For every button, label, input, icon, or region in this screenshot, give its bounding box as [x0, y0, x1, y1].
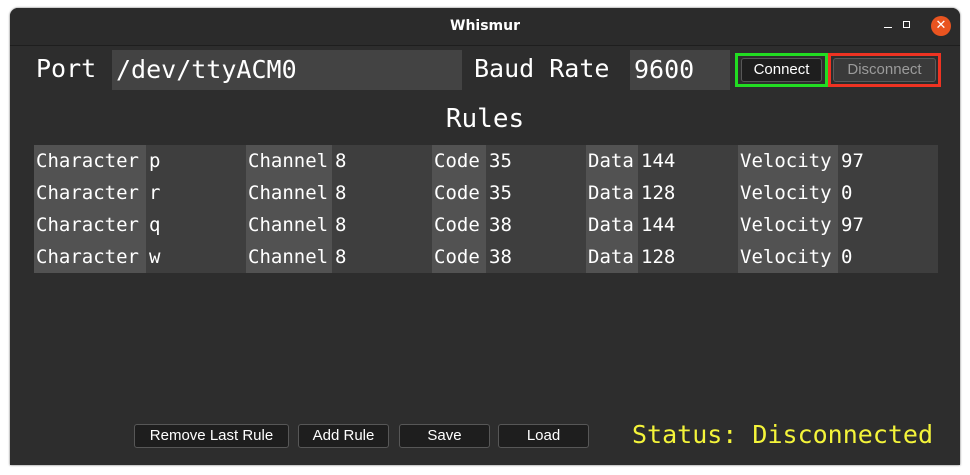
data-label: Data: [586, 209, 638, 241]
channel-field[interactable]: 8: [332, 209, 432, 241]
data-field[interactable]: 144: [638, 209, 738, 241]
channel-field[interactable]: 8: [332, 177, 432, 209]
port-input[interactable]: /dev/ttyACM0: [112, 50, 462, 90]
connect-button[interactable]: Connect: [741, 58, 822, 82]
data-label: Data: [586, 177, 638, 209]
data-field[interactable]: 144: [638, 145, 738, 177]
data-label: Data: [586, 241, 638, 273]
velocity-label: Velocity: [738, 145, 838, 177]
character-field[interactable]: q: [146, 209, 246, 241]
close-button[interactable]: ✕: [931, 16, 951, 36]
character-label: Character: [34, 241, 146, 273]
minimize-icon: [884, 27, 892, 28]
character-label: Character: [34, 145, 146, 177]
code-label: Code: [432, 209, 486, 241]
channel-label: Channel: [246, 241, 332, 273]
character-field[interactable]: w: [146, 241, 246, 273]
character-label: Character: [34, 177, 146, 209]
rule-row: Character r Channel 8 Code 35 Data 128 V…: [34, 177, 938, 209]
channel-field[interactable]: 8: [332, 145, 432, 177]
add-rule-button[interactable]: Add Rule: [298, 424, 389, 448]
rules-table: Character p Channel 8 Code 35 Data 144 V…: [34, 145, 938, 273]
data-label: Data: [586, 145, 638, 177]
velocity-field[interactable]: 97: [838, 145, 938, 177]
velocity-field[interactable]: 97: [838, 209, 938, 241]
rules-heading: Rules: [445, 104, 525, 134]
maximize-icon: [903, 21, 910, 28]
character-field[interactable]: p: [146, 145, 246, 177]
velocity-label: Velocity: [738, 209, 838, 241]
title-bar: Whismur ✕: [10, 8, 960, 46]
code-field[interactable]: 38: [486, 241, 586, 273]
channel-label: Channel: [246, 177, 332, 209]
maximize-button[interactable]: [898, 16, 918, 36]
code-field[interactable]: 35: [486, 177, 586, 209]
window-title: Whismur: [450, 18, 520, 34]
save-button[interactable]: Save: [399, 424, 490, 448]
character-field[interactable]: r: [146, 177, 246, 209]
code-label: Code: [432, 241, 486, 273]
velocity-label: Velocity: [738, 241, 838, 273]
character-label: Character: [34, 209, 146, 241]
baud-rate-input[interactable]: 9600: [630, 50, 730, 90]
code-field[interactable]: 35: [486, 145, 586, 177]
port-label: Port: [36, 54, 97, 83]
velocity-label: Velocity: [738, 177, 838, 209]
rule-row: Character w Channel 8 Code 38 Data 128 V…: [34, 241, 938, 273]
remove-last-rule-button[interactable]: Remove Last Rule: [134, 424, 289, 448]
data-field[interactable]: 128: [638, 177, 738, 209]
channel-field[interactable]: 8: [332, 241, 432, 273]
code-field[interactable]: 38: [486, 209, 586, 241]
status-text: Status: Disconnected: [632, 420, 934, 449]
channel-label: Channel: [246, 145, 332, 177]
disconnect-button[interactable]: Disconnect: [833, 58, 936, 82]
code-label: Code: [432, 177, 486, 209]
rule-row: Character p Channel 8 Code 35 Data 144 V…: [34, 145, 938, 177]
close-icon: ✕: [935, 18, 947, 33]
baud-rate-label: Baud Rate: [474, 54, 610, 83]
load-button[interactable]: Load: [498, 424, 589, 448]
rule-row: Character q Channel 8 Code 38 Data 144 V…: [34, 209, 938, 241]
data-field[interactable]: 128: [638, 241, 738, 273]
velocity-field[interactable]: 0: [838, 241, 938, 273]
app-window: Whismur ✕ Port /dev/ttyACM0 Baud Rate 96…: [10, 8, 960, 465]
code-label: Code: [432, 145, 486, 177]
velocity-field[interactable]: 0: [838, 177, 938, 209]
channel-label: Channel: [246, 209, 332, 241]
minimize-button[interactable]: [878, 16, 898, 36]
